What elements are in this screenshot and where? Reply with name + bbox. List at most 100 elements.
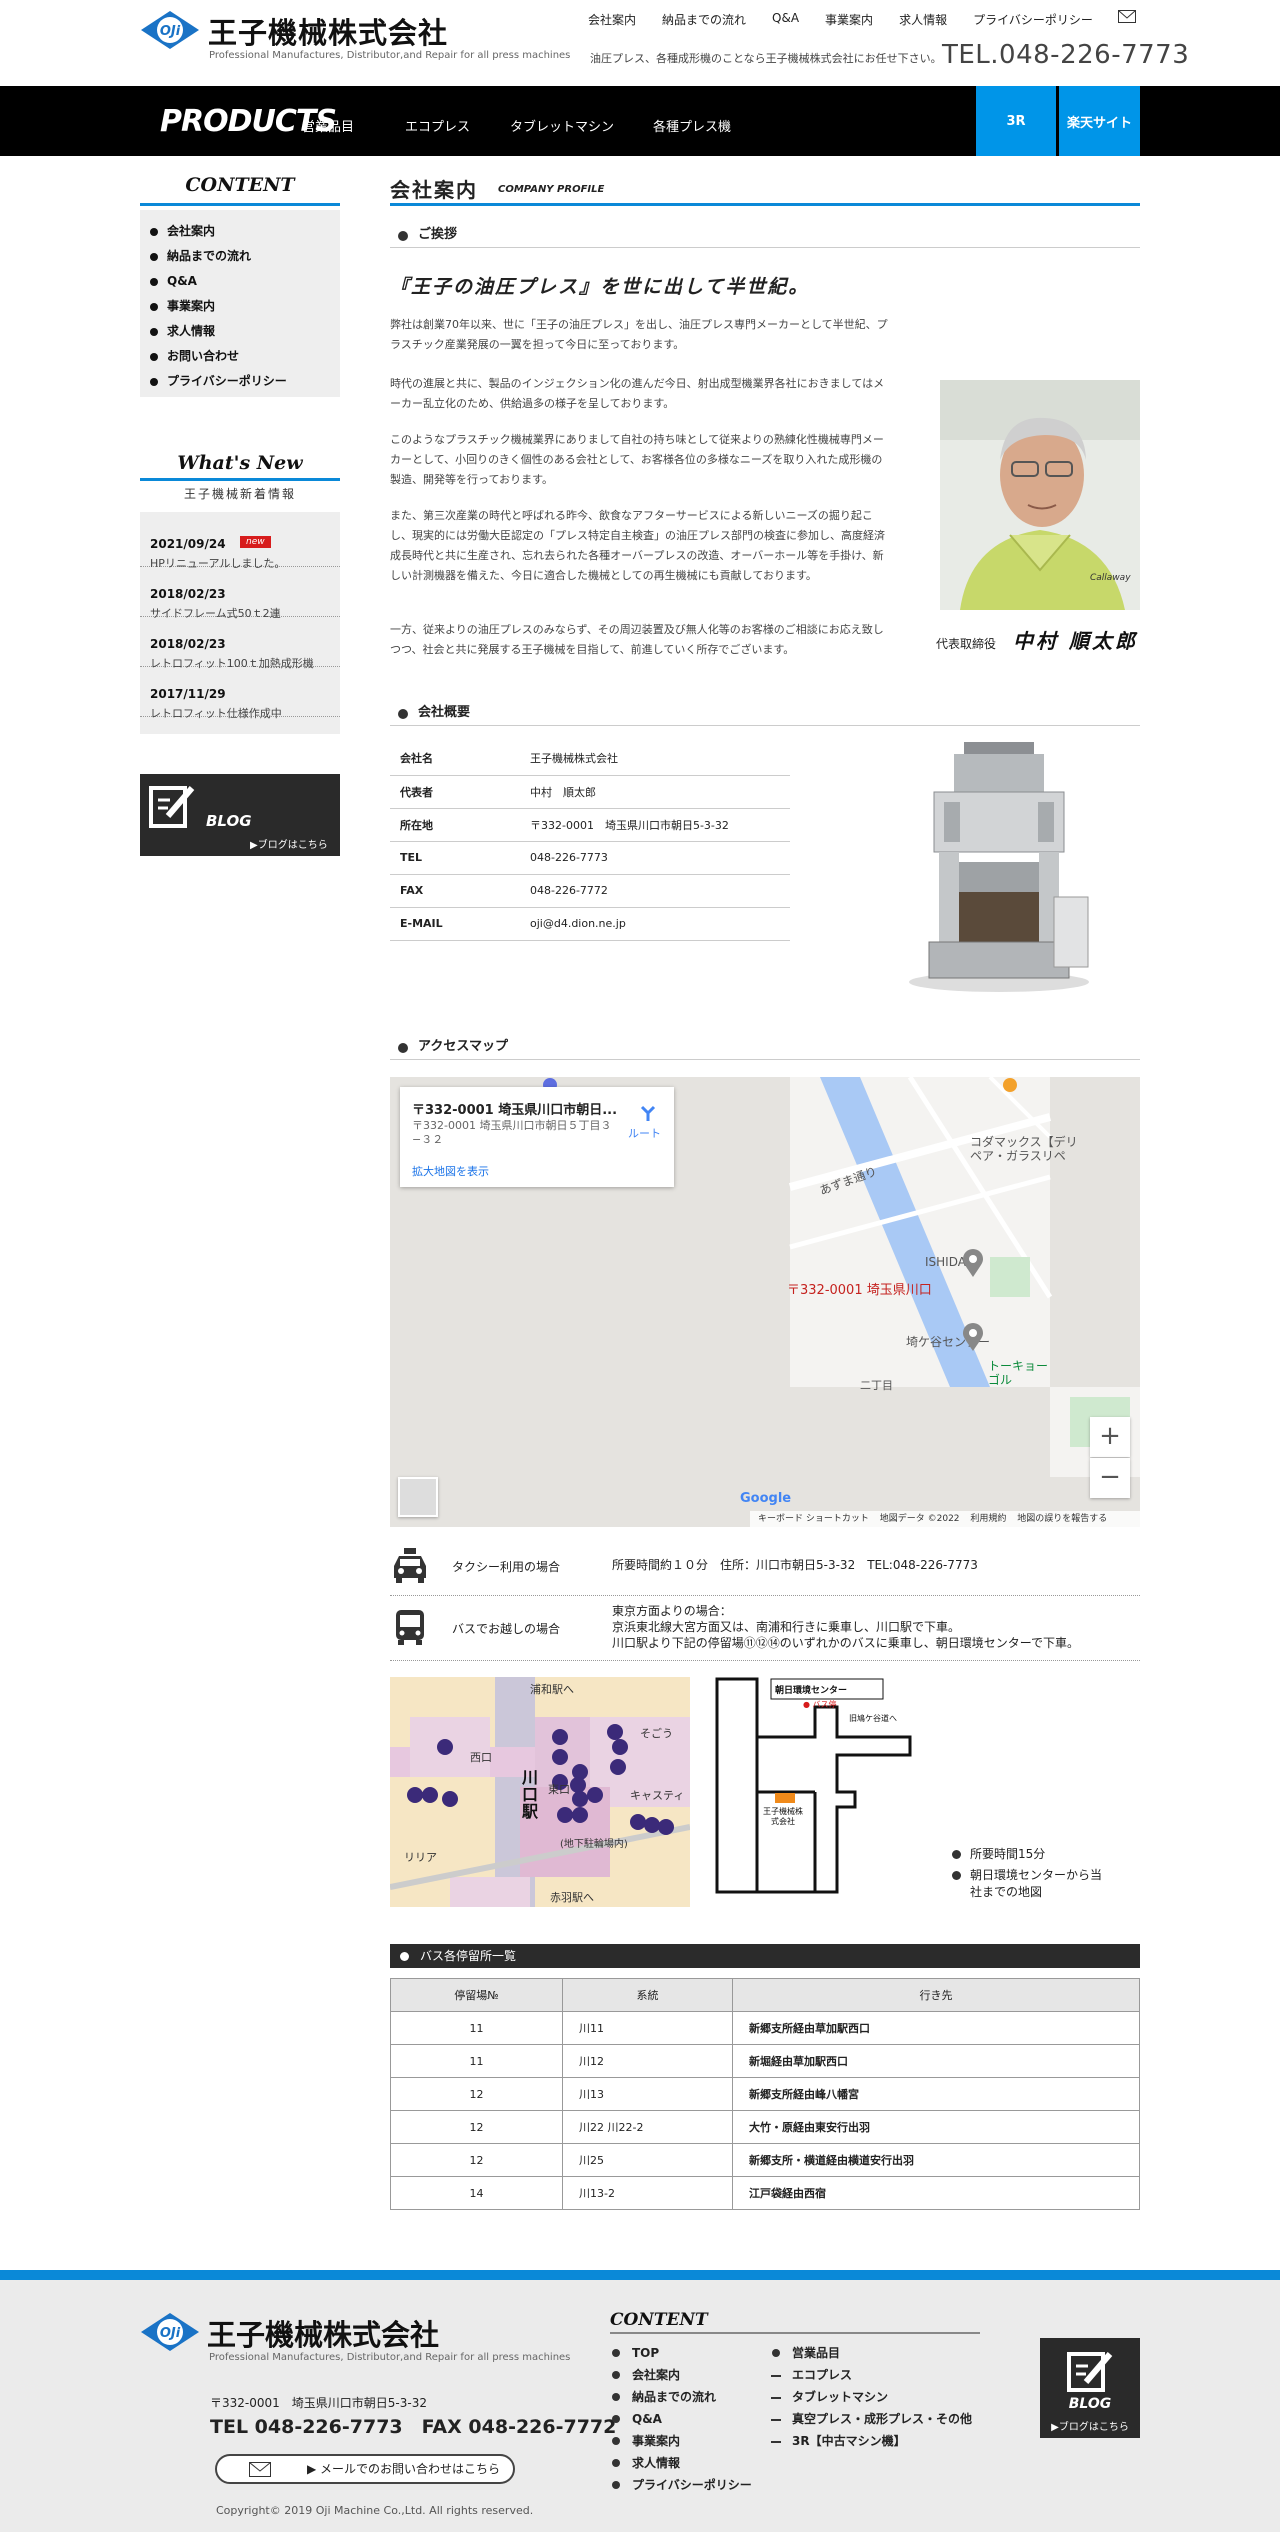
greeting-paragraph: 時代の進展と共に、製品のインジェクション化の進んだ今日、射出成型機業界各社におき… [390, 377, 885, 410]
footer-logo-letters: OJi [160, 2326, 181, 2341]
sidebar-item-contact[interactable]: お問い合わせ [140, 344, 340, 369]
president-photo: Callaway [940, 380, 1140, 610]
station-label: (地下駐輪場内) [560, 1839, 628, 1850]
table-row: 11 川11 新郷支所経由草加駅西口 [390, 2011, 1140, 2045]
table-cell: 新郷支所経由草加駅西口 [732, 2011, 1140, 2045]
bus-row: バスでお越しの場合 東京方面よりの場合： 京浜東北線大宮方面又は、南浦和行きに乗… [390, 1598, 1140, 1661]
footer-link-3r[interactable]: 3R【中古マシン機】 [768, 2430, 972, 2452]
sidebar-item-flow[interactable]: 納品までの流れ [140, 244, 340, 269]
footer-link-privacy[interactable]: プライバシーポリシー [608, 2474, 752, 2496]
nav-rakuten-button[interactable]: 楽天サイト [1059, 86, 1140, 156]
bus-notes: 所要時間15分 朝日環境センターから当社までの地図 [952, 1846, 1112, 1905]
footer-logo-icon[interactable]: OJi [140, 2312, 200, 2352]
topnav-flow[interactable]: 納品までの流れ [662, 11, 746, 28]
map-shortcuts-link[interactable]: キーボード ショートカット [758, 1514, 869, 1524]
sidebar-item-company[interactable]: 会社案内 [140, 219, 340, 244]
footer-link-qa[interactable]: Q&A [608, 2408, 752, 2430]
news-item[interactable]: 2017/11/29 レトロフィット仕様作成中 [140, 667, 340, 720]
table-cell: 新郷支所経由峰八幡宮 [732, 2077, 1140, 2111]
overview-key: 会社名 [390, 742, 530, 776]
footer-link-flow[interactable]: 納品までの流れ [608, 2386, 752, 2408]
svg-text:Callaway: Callaway [1090, 573, 1131, 583]
logo-icon[interactable]: OJi [140, 10, 200, 50]
table-row: E-MAIL oji@d4.dion.ne.jp [390, 907, 790, 941]
bus-info-2: 京浜東北線大宮方面又は、南浦和行きに乗車し、川口駅で下車。 [612, 1620, 961, 1634]
topnav-qa[interactable]: Q&A [772, 11, 799, 28]
map-terms-link[interactable]: 利用規約 [970, 1514, 1006, 1524]
table-cell: 11 [390, 2044, 563, 2078]
table-cell: 川22 川22-2 [562, 2110, 733, 2144]
nav-item-press[interactable]: 各種プレス機 [653, 116, 731, 135]
title-divider [390, 203, 1140, 206]
table-row: 代表者 中村 順太郎 [390, 775, 790, 809]
mail-contact-button[interactable]: ▶ メールでのお問い合わせはこちら [215, 2454, 515, 2484]
taxi-info: 所要時間約１０分 住所：川口市朝日5-3-32 TEL:048-226-7773 [612, 1558, 978, 1572]
news-item[interactable]: 2018/02/23 サイドフレーム式50ｔ2連 [140, 567, 340, 620]
map-label: トーキョーゴル [988, 1359, 1049, 1387]
google-map[interactable]: 〒332-0001 埼玉県川口市朝日... 〒332-0001 埼玉県川口市朝日… [390, 1077, 1140, 1527]
footer-link-recruit[interactable]: 求人情報 [608, 2452, 752, 2474]
overview-value[interactable]: oji@d4.dion.ne.jp [530, 907, 790, 941]
footer-link-tablet[interactable]: タブレットマシン [768, 2386, 972, 2408]
map-enlarge-link[interactable]: 拡大地図を表示 [412, 1163, 489, 1179]
nav-products-sub[interactable]: 営業品目 [302, 116, 354, 135]
access-heading: アクセスマップ [390, 1036, 1140, 1060]
map-layer-toggle[interactable] [398, 1477, 438, 1517]
sidebar-item-qa[interactable]: Q&A [140, 269, 340, 294]
news-item[interactable]: 2021/09/24 new HPリニューアルしました。 [140, 517, 340, 570]
zoom-in-button[interactable]: + [1090, 1417, 1130, 1457]
footer-link-company[interactable]: 会社案内 [608, 2364, 752, 2386]
news-item[interactable]: 2018/02/23 レトロフィット100ｔ加熱成形機 [140, 617, 340, 670]
map-label: ISHIDA [925, 1255, 966, 1269]
zoom-out-button[interactable]: − [1090, 1458, 1130, 1498]
footer-link-products[interactable]: 営業品目 [768, 2342, 972, 2364]
bus-stop-map: 朝日環境センター ● バス停 旧鳩ケ谷道へ 王子機械株式会社 [715, 1677, 925, 1907]
sidebar-menu-box: 会社案内 納品までの流れ Q&A 事業案内 求人情報 お問い合わせ プライバシー… [140, 210, 340, 397]
news-date: 2017/11/29 [150, 687, 226, 701]
footer: OJi 王子機械株式会社 Professional Manufactures, … [0, 2270, 1280, 2532]
topnav-recruit[interactable]: 求人情報 [899, 11, 947, 28]
blog-link[interactable]: ▶ブログはこちら [250, 836, 328, 851]
topnav-company[interactable]: 会社案内 [588, 11, 636, 28]
sidebar-item-recruit[interactable]: 求人情報 [140, 319, 340, 344]
nav-item-tablet[interactable]: タブレットマシン [510, 116, 614, 135]
map-report-link[interactable]: 地図の誤りを報告する [1017, 1514, 1107, 1524]
taxi-icon [394, 1548, 426, 1583]
mail-icon[interactable] [1118, 10, 1136, 23]
top-nav: 会社案内 納品までの流れ Q&A 事業案内 求人情報 プライバシーポリシー [588, 11, 1119, 28]
topnav-privacy[interactable]: プライバシーポリシー [973, 11, 1093, 28]
table-cell: 江戸袋経由西宿 [732, 2176, 1140, 2210]
footer-link-ecopress[interactable]: エコプレス [768, 2364, 972, 2386]
station-label: リリア [404, 1851, 437, 1864]
footer-tel-fax: TEL 048-226-7773 FAX 048-226-7772 [210, 2416, 617, 2438]
footer-blog-banner[interactable]: BLOG ▶ブログはこちら [1040, 2338, 1140, 2438]
topnav-business[interactable]: 事業案内 [825, 11, 873, 28]
logo-letters: OJi [160, 24, 181, 39]
products-navbar: PRODUCTS 営業品目 エコプレス タブレットマシン 各種プレス機 3R 楽… [0, 86, 1280, 156]
table-cell: 川11 [562, 2011, 733, 2045]
table-cell: 川12 [562, 2044, 733, 2078]
greeting-heading: ご挨拶 [390, 224, 1140, 248]
route-link[interactable]: ルート [628, 1125, 661, 1141]
bus-info-3: 川口駅より下記の停留場⑪⑫⑭のいずれかのバスに乗車し、朝日環境センターで下車。 [612, 1636, 1080, 1650]
footer-blog-link[interactable]: ▶ブログはこちら [1040, 2418, 1140, 2433]
company-logo-name[interactable]: 王子機械株式会社 [208, 10, 448, 52]
sidebar-item-business[interactable]: 事業案内 [140, 294, 340, 319]
news-title: What's New [177, 452, 303, 474]
blog-pen-icon [149, 786, 195, 828]
blog-banner[interactable]: BLOG ▶ブログはこちら [140, 774, 340, 856]
nav-3r-button[interactable]: 3R [976, 86, 1056, 156]
sidebar-item-privacy[interactable]: プライバシーポリシー [140, 369, 340, 394]
president-title: 代表取締役 [936, 637, 997, 651]
footer-link-business[interactable]: 事業案内 [608, 2430, 752, 2452]
footer-link-vacuum[interactable]: 真空プレス・成形プレス・その他 [768, 2408, 972, 2430]
nav-item-ecopress[interactable]: エコプレス [405, 116, 470, 135]
greeting-paragraph: 一方、従来よりの油圧プレスのみならず、その周辺装置及び無人化等のお客様のご相談に… [390, 623, 884, 656]
table-header-row: 停留場№ 系統 行き先 [390, 1978, 1140, 2012]
news-title-text[interactable]: レトロフィット仕様作成中 [150, 705, 330, 721]
table-row: 会社名 王子機械株式会社 [390, 742, 790, 776]
column-header: 行き先 [732, 1978, 1140, 2012]
route-icon[interactable] [638, 1105, 658, 1121]
station-label-main: 川口駅 [522, 1768, 539, 1821]
footer-link-top[interactable]: TOP [608, 2342, 752, 2364]
